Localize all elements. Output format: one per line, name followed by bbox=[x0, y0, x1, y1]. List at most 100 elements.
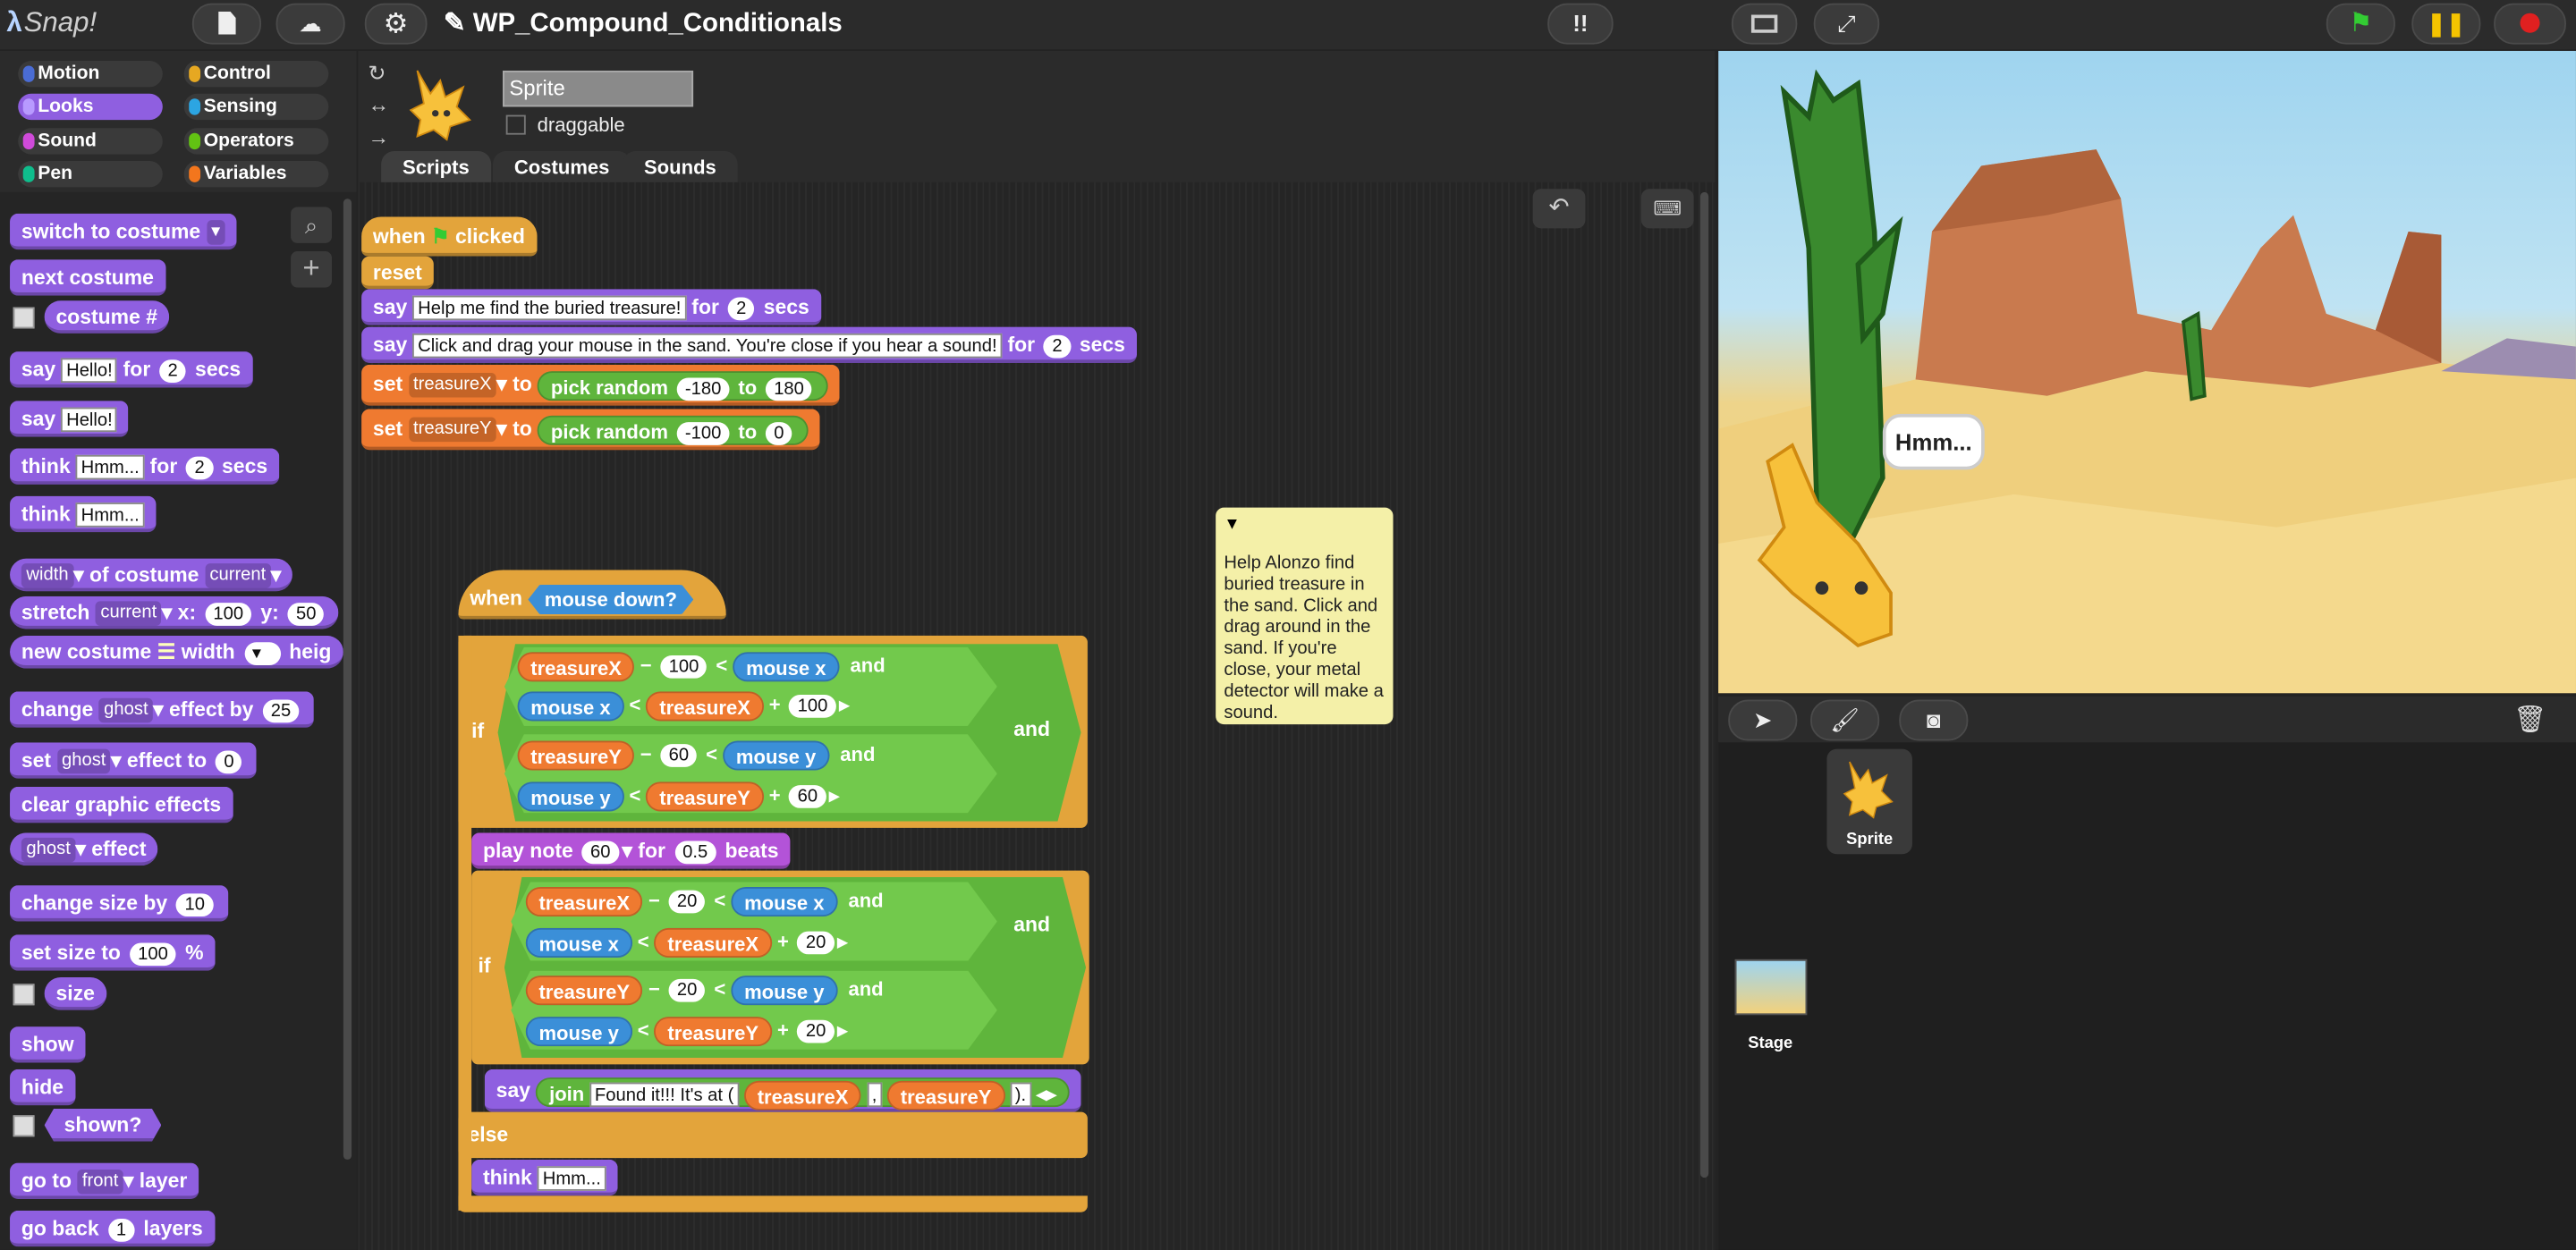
condition-row[interactable]: mouse y < treasureY + 20 ▸ bbox=[525, 1017, 847, 1047]
scripting-area[interactable]: ↶ ⌨ when ⚑ clicked reset say Help me fin… bbox=[358, 182, 1716, 1250]
category-looks[interactable]: Looks bbox=[18, 93, 163, 121]
category-control[interactable]: Control bbox=[183, 60, 329, 88]
settings-menu-button[interactable]: ⚙ bbox=[364, 3, 428, 45]
stop-button[interactable] bbox=[2494, 3, 2566, 45]
next-costume-block[interactable]: next costume bbox=[10, 259, 165, 296]
else-section[interactable]: else bbox=[458, 1111, 1088, 1159]
snap-logo[interactable]: λ Snap! bbox=[6, 4, 97, 43]
condition-row[interactable]: mouse x < treasureX + 20 ▸ bbox=[525, 927, 847, 958]
switch-to-costume-block[interactable]: switch to costume ▾ bbox=[10, 213, 237, 250]
camera-sprite-button[interactable]: ◙ bbox=[1899, 699, 1969, 741]
condition-row[interactable]: treasureY − 20 < mouse y and bbox=[525, 976, 884, 1006]
condition-row[interactable]: treasureY − 60 < mouse y and bbox=[517, 740, 875, 771]
costume-number-checkbox[interactable] bbox=[13, 307, 35, 329]
condition-row[interactable]: mouse x < treasureX + 100 ▸ bbox=[517, 691, 849, 722]
add-turtle-sprite-button[interactable]: ➤ bbox=[1728, 699, 1798, 741]
green-flag-icon: ⚑ bbox=[2349, 10, 2373, 38]
show-block[interactable]: show bbox=[10, 1026, 86, 1063]
costume-number-reporter[interactable]: costume # bbox=[44, 300, 169, 334]
think-block[interactable]: think Hmm... bbox=[10, 495, 157, 533]
set-variable-block[interactable]: set treasureX ▾ to pick random -180 to 18… bbox=[361, 364, 841, 406]
change-size-block[interactable]: change size by 10 bbox=[10, 885, 228, 922]
effect-reporter[interactable]: ghost ▾ effect bbox=[10, 832, 158, 866]
rotation-any-icon[interactable]: ↻ bbox=[368, 61, 386, 87]
say-block[interactable]: say join Found it!!! It's at ( treasureX… bbox=[484, 1068, 1081, 1112]
go-to-layer-block[interactable]: go to front ▾ layer bbox=[10, 1162, 199, 1200]
set-size-block[interactable]: set size to 100 % bbox=[10, 934, 216, 971]
think-for-secs-block[interactable]: think Hmm... for 2 secs bbox=[10, 448, 279, 485]
clear-graphic-effects-block[interactable]: clear graphic effects bbox=[10, 786, 233, 823]
set-variable-block[interactable]: set treasureY ▾ to pick random -100 to 0 bbox=[361, 409, 820, 451]
palette-scrollbar[interactable] bbox=[343, 198, 352, 1160]
say-for-secs-block[interactable]: say Help me find the buried treasure! fo… bbox=[361, 289, 821, 325]
go-back-layers-block[interactable]: go back 1 layers bbox=[10, 1210, 215, 1247]
pencil-icon: ✎ bbox=[443, 10, 466, 38]
tab-scripts[interactable]: Scripts bbox=[381, 151, 491, 184]
condition-row[interactable]: treasureX − 100 < mouse x and bbox=[517, 652, 886, 682]
shown-checkbox[interactable] bbox=[13, 1115, 35, 1137]
if-block[interactable]: if and treasureX − 100 < mouse x and mou… bbox=[458, 635, 1088, 828]
trash-icon[interactable]: 🗑 bbox=[2513, 703, 2546, 736]
say-block[interactable]: say Hello! bbox=[10, 401, 130, 437]
file-menu-button[interactable] bbox=[191, 3, 262, 45]
size-checkbox[interactable] bbox=[13, 984, 35, 1006]
desert-backdrop bbox=[1718, 69, 2576, 694]
reset-block[interactable]: reset bbox=[361, 256, 434, 290]
keyboard-entry-button[interactable]: ⌨ bbox=[1640, 189, 1694, 229]
presentation-mode-button[interactable]: ⤢ bbox=[1813, 3, 1880, 45]
stage-size-toggle-button[interactable] bbox=[1731, 3, 1798, 45]
say-for-secs-block[interactable]: say Click and drag your mouse in the san… bbox=[361, 326, 1137, 363]
say-for-secs-block[interactable]: say Hello! for 2 secs bbox=[10, 351, 252, 388]
sprite-name-field[interactable]: Sprite bbox=[503, 70, 694, 107]
category-variables[interactable]: Variables bbox=[183, 161, 329, 188]
unused-blocks-button[interactable]: !! bbox=[1547, 3, 1614, 45]
search-blocks-button[interactable]: ⌕ bbox=[291, 207, 333, 243]
stretch-reporter[interactable]: stretch current ▾ x: 100 y: 50 bbox=[10, 595, 340, 629]
category-operators[interactable]: Operators bbox=[183, 128, 329, 155]
tab-costumes[interactable]: Costumes bbox=[493, 151, 631, 184]
when-mouse-down-hat[interactable]: when mouse down? bbox=[458, 570, 726, 620]
play-note-block[interactable]: play note 60 ▾ for 0.5 beats bbox=[471, 832, 791, 869]
green-flag-button[interactable]: ⚑ bbox=[2326, 3, 2395, 45]
condition-row[interactable]: mouse y < treasureY + 60 ▸ bbox=[517, 781, 839, 812]
stop-icon bbox=[2520, 13, 2540, 33]
stage[interactable]: Hmm... bbox=[1718, 50, 2576, 694]
pause-button[interactable]: ❚❚ bbox=[2411, 3, 2481, 45]
category-motion[interactable]: Motion bbox=[18, 60, 163, 88]
pen-color-icon bbox=[22, 165, 35, 182]
change-effect-block[interactable]: change ghost ▾ effect by 25 bbox=[10, 691, 314, 728]
operators-color-icon bbox=[189, 132, 201, 150]
turtle-arrow-icon: ➤ bbox=[1752, 705, 1773, 733]
category-sensing[interactable]: Sensing bbox=[183, 93, 329, 121]
sprite-speech-bubble: Hmm... bbox=[1882, 413, 1985, 470]
rotation-flip-icon[interactable]: ↔ bbox=[368, 92, 389, 117]
think-block[interactable]: think Hmm... bbox=[471, 1159, 618, 1196]
when-flag-clicked-hat[interactable]: when ⚑ clicked bbox=[361, 216, 537, 257]
draggable-checkbox[interactable] bbox=[505, 114, 526, 135]
cloud-menu-button[interactable]: ☁ bbox=[275, 3, 345, 45]
scripts-scrollbar[interactable] bbox=[1699, 191, 1709, 1178]
condition-row[interactable]: treasureX − 20 < mouse x and bbox=[525, 886, 884, 917]
undo-button[interactable]: ↶ bbox=[1532, 189, 1586, 229]
comment-collapse-icon[interactable]: ▼ bbox=[1224, 514, 1385, 534]
width-of-costume-reporter[interactable]: width ▾ of costume current ▾ bbox=[10, 558, 293, 592]
size-reporter[interactable]: size bbox=[44, 977, 106, 1010]
keyboard-icon: ⌨ bbox=[1653, 197, 1682, 221]
comment-note[interactable]: ▼ Help Alonzo find buried treasure in th… bbox=[1216, 507, 1394, 725]
shown-predicate[interactable]: shown? bbox=[44, 1108, 162, 1142]
category-sound[interactable]: Sound bbox=[18, 128, 163, 155]
new-costume-reporter[interactable]: new costume ☰ width ▾ heig bbox=[10, 635, 343, 669]
if-block[interactable]: if and treasureX − 20 < mouse x and mous… bbox=[471, 870, 1089, 1065]
camera-icon: ◙ bbox=[1927, 705, 1941, 733]
rotation-none-icon[interactable]: → bbox=[368, 125, 389, 150]
costume-dropdown[interactable]: ▾ bbox=[206, 220, 225, 246]
paint-new-sprite-button[interactable]: 🖌 bbox=[1810, 699, 1880, 741]
category-pen[interactable]: Pen bbox=[18, 161, 163, 188]
tab-sounds[interactable]: Sounds bbox=[623, 151, 738, 184]
make-block-button[interactable]: + bbox=[291, 251, 333, 288]
set-effect-block[interactable]: set ghost ▾ effect to 0 bbox=[10, 742, 258, 779]
draggable-label: draggable bbox=[537, 113, 625, 137]
sprite-thumbnail[interactable]: Sprite bbox=[1826, 748, 1912, 855]
stage-thumbnail[interactable] bbox=[1734, 959, 1808, 1016]
hide-block[interactable]: hide bbox=[10, 1068, 75, 1106]
